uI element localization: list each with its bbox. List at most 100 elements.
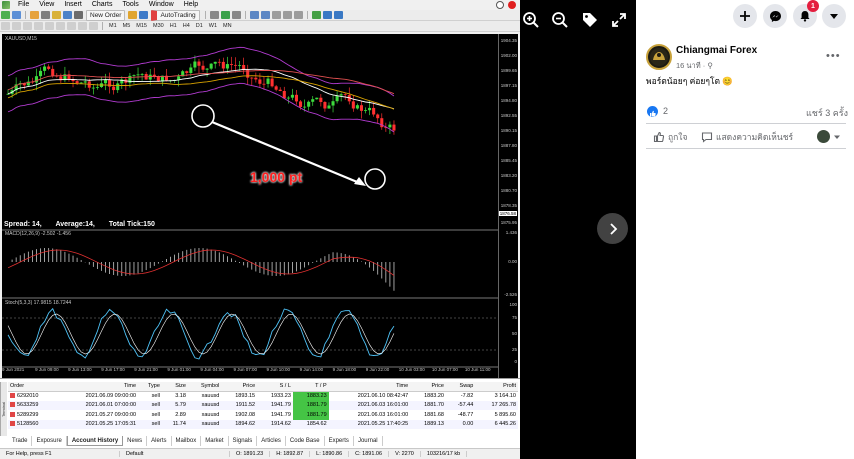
- col-open-time: Time: [56, 382, 139, 392]
- cell-value: 1914.62: [271, 421, 291, 428]
- candle-body: [213, 61, 217, 64]
- zoom-in-icon[interactable]: [522, 11, 540, 29]
- table-cell: 1914.62: [257, 419, 293, 429]
- terminal-tab-journal[interactable]: Journal: [354, 436, 383, 446]
- candle-body: [392, 124, 396, 131]
- metaeditor-icon: [128, 11, 138, 19]
- caret-down-icon: [830, 14, 838, 19]
- candle-body: [364, 110, 368, 112]
- status-close: C: 1891.06: [349, 451, 390, 457]
- cell-value: 2021.06.10 08:42:47: [357, 393, 409, 399]
- candle-body: [193, 61, 197, 68]
- terminal-tab-code-base[interactable]: Code Base: [286, 436, 325, 446]
- like-button[interactable]: ถูกใจ: [653, 130, 687, 144]
- cell-value: 2021.06.01 07:00:00: [85, 402, 137, 409]
- table-header-row: Order Time Type Size Symbol Price S / L …: [8, 382, 518, 392]
- cell-value: 1933.23: [271, 393, 291, 399]
- time-tick: 9 Jun 2021: [2, 367, 25, 372]
- menu-tools: Tools: [122, 1, 139, 8]
- table-cell: 3.18: [162, 391, 188, 401]
- candle-body: [140, 73, 144, 75]
- table-cell: 2021.06.10 08:42:47: [329, 391, 411, 401]
- chevron-right-icon: [609, 222, 617, 235]
- crosshair-icon: [12, 22, 21, 30]
- menu-charts: Charts: [91, 1, 113, 8]
- candle-body: [282, 90, 286, 99]
- next-photo-button[interactable]: [597, 213, 628, 244]
- terminal-tab-mailbox[interactable]: Mailbox: [172, 436, 202, 446]
- table-cell: xauusd: [187, 400, 222, 410]
- tag-icon[interactable]: [581, 11, 599, 29]
- menu-insert: Insert: [64, 1, 82, 8]
- spread-label: Spread: 14,: [4, 221, 42, 228]
- terminal-tab-news[interactable]: News: [123, 436, 148, 446]
- stoch-tick: 100: [509, 302, 517, 307]
- time-tick: 10 Jun 07:00: [431, 367, 458, 372]
- table-cell: 2021.06.09 09:00:00: [57, 391, 139, 401]
- share-count[interactable]: แชร์ 3 ครั้ง: [806, 106, 848, 120]
- terminal-tab-exposure[interactable]: Exposure: [32, 436, 67, 446]
- like-count[interactable]: 2: [663, 106, 668, 116]
- cell-value: -48.77: [457, 411, 474, 418]
- terminal-tab-market[interactable]: Market: [201, 436, 229, 446]
- col-order: Order: [8, 382, 57, 392]
- fullscreen-icon[interactable]: [610, 11, 628, 29]
- terminal-tab-alerts[interactable]: Alerts: [147, 436, 172, 446]
- price-tick: 1875.95: [500, 220, 517, 225]
- table-cell: 2021.06.03 16:01:00: [329, 410, 411, 420]
- post-caption: พอร์ตน้อยๆ ค่อยๆโต 😊: [646, 76, 733, 86]
- candle-body: [185, 71, 189, 73]
- cell-value: sell: [151, 421, 160, 428]
- candle-body: [201, 65, 205, 70]
- post-options-icon[interactable]: •••: [826, 50, 841, 62]
- table-cell: -57.44: [445, 400, 476, 410]
- terminal-tabs: Trade Exposure Account History News Alerts Ma…: [8, 436, 383, 446]
- terminal-tab-signals[interactable]: Signals: [229, 436, 258, 446]
- table-cell: 1883.23: [292, 391, 329, 401]
- post-timestamp[interactable]: 16 นาที · ⚲: [676, 60, 713, 72]
- table-cell: 1941.79: [257, 400, 293, 410]
- messenger-button[interactable]: [763, 4, 787, 28]
- macd-label: MACD(12,26,9) -2.502 -1.456: [5, 231, 71, 237]
- table-row[interactable]: 5633259 2021.06.01 07:00:00 sell 5.79 xauusd…: [8, 400, 518, 410]
- status-traffic: 103216/17 kb: [421, 451, 468, 457]
- candle-body: [221, 61, 225, 69]
- account-menu-button[interactable]: [822, 4, 846, 28]
- candle-body: [205, 68, 209, 70]
- terminal-tab-trade[interactable]: Trade: [8, 436, 33, 446]
- cell-value: 2.89: [175, 411, 186, 418]
- terminal-tab-experts[interactable]: Experts: [325, 436, 354, 446]
- cell-value: 11.74: [172, 421, 186, 428]
- create-button[interactable]: [733, 4, 757, 28]
- cursor-icon: [1, 22, 10, 30]
- new-order-button: New Order: [86, 9, 126, 21]
- comment-label: แสดงความคิดเห็นชร์: [716, 132, 794, 142]
- page-avatar[interactable]: [646, 44, 672, 70]
- reaction-avatar-selector[interactable]: [817, 130, 841, 143]
- terminal-tab-articles[interactable]: Articles: [257, 436, 286, 446]
- table-row[interactable]: 6292010 2021.06.09 09:00:00 sell 3.18 xauusd…: [8, 391, 518, 401]
- channel-icon: [56, 22, 65, 30]
- table-cell: sell: [138, 400, 162, 410]
- candle-body: [303, 106, 307, 108]
- table-cell: sell: [138, 419, 162, 429]
- table-row[interactable]: 5128560 2021.05.25 17:05:31 sell 11.74 xauus…: [8, 419, 518, 429]
- zoom-out-icon[interactable]: [551, 11, 569, 29]
- status-profile: Default: [120, 451, 230, 457]
- notification-badge: 1: [807, 0, 819, 12]
- cell-value: 5289299: [17, 411, 39, 418]
- candle-body: [339, 94, 343, 96]
- time-tick: 10 Jun 11:00: [464, 367, 491, 372]
- candle-body: [359, 105, 363, 111]
- status-open: O: 1891.23: [230, 451, 271, 457]
- toolbar-separator: [244, 11, 246, 19]
- post-photo[interactable]: File View Insert Charts Tools Window Hel…: [0, 0, 520, 459]
- timeframe-w1: W1: [208, 23, 218, 29]
- table-cell: 5128560: [8, 419, 57, 429]
- table-cell: 1881.79: [292, 400, 329, 410]
- tile-windows-icon: [271, 11, 281, 19]
- comment-button[interactable]: แสดงความคิดเห็นชร์: [701, 130, 793, 144]
- page-name[interactable]: Chiangmai Forex: [676, 45, 757, 56]
- table-row[interactable]: 5289299 2021.05.27 09:00:00 sell 2.89 xauusd…: [8, 410, 518, 420]
- terminal-tab-account-history[interactable]: Account History: [66, 436, 124, 446]
